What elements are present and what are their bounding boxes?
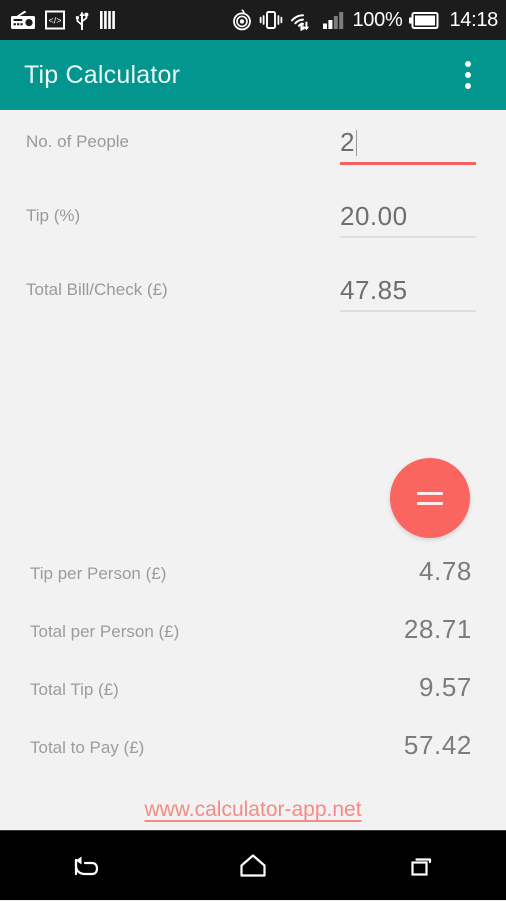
developer-code-icon: </> [45, 10, 65, 30]
input-value-total-bill: 47.85 [340, 275, 408, 305]
recent-apps-icon [411, 857, 431, 876]
battery-percent-label: 100% [352, 9, 403, 31]
calculator-content: No. of People 2 Tip (%) 20.00 Total Bill… [0, 110, 506, 900]
input-underline-tip-percent [340, 236, 476, 238]
home-icon [240, 853, 266, 877]
input-row-tip-percent: Tip (%) 20.00 [0, 190, 506, 264]
recent-apps-button[interactable] [337, 831, 506, 901]
page-title: Tip Calculator [24, 60, 181, 89]
number-of-people-input[interactable]: 2 [340, 122, 476, 165]
result-value-total-per-person: 28.71 [403, 614, 472, 644]
input-underline-people [340, 162, 476, 165]
input-row-people: No. of People 2 [0, 116, 506, 190]
total-bill-input[interactable]: 47.85 [340, 270, 476, 312]
result-label-total-tip: Total Tip (£) [30, 680, 119, 699]
result-row-total-tip: Total Tip (£) 9.57 [0, 670, 506, 728]
home-button[interactable] [169, 831, 338, 901]
equals-icon-bar [417, 491, 443, 495]
alarm-ring-icon [233, 9, 252, 31]
input-label-total-bill: Total Bill/Check (£) [26, 280, 168, 299]
input-label-people: No. of People [26, 132, 130, 151]
wifi-data-icon [291, 13, 310, 31]
status-bar-left-icons: </> [10, 10, 118, 31]
website-link[interactable]: www.calculator-app.net [0, 798, 506, 822]
result-label-total-to-pay: Total to Pay (£) [30, 738, 145, 757]
overflow-dot [465, 61, 471, 67]
status-bar: </> 100% 14:18 [0, 0, 506, 40]
result-row-tip-per-person: Tip per Person (£) 4.78 [0, 554, 506, 612]
result-value-total-tip: 9.57 [418, 672, 472, 702]
result-row-total-per-person: Total per Person (£) 28.71 [0, 612, 506, 670]
vibrate-icon [260, 11, 283, 29]
radio-icon [11, 10, 35, 29]
text-caret [355, 130, 357, 156]
overflow-menu-icon[interactable] [448, 51, 488, 99]
overflow-dot [465, 83, 471, 89]
equals-icon-bar [417, 501, 443, 505]
input-value-people: 2 [340, 127, 355, 157]
tip-percent-input[interactable]: 20.00 [340, 196, 476, 238]
overflow-dot [465, 72, 471, 78]
status-bar-clock: 14:18 [449, 9, 498, 31]
usb-icon [75, 11, 89, 30]
svg-text:</>: </> [48, 16, 61, 26]
result-value-tip-per-person: 4.78 [418, 556, 472, 586]
input-row-total-bill: Total Bill/Check (£) 47.85 [0, 264, 506, 338]
calculate-button[interactable] [390, 458, 470, 538]
input-value-tip-percent: 20.00 [340, 201, 408, 231]
result-label-tip-per-person: Tip per Person (£) [30, 564, 167, 583]
back-button[interactable] [0, 831, 169, 901]
battery-full-icon [409, 11, 439, 29]
input-underline-total-bill [340, 310, 476, 312]
signal-bars-icon [323, 12, 344, 29]
back-arrow-icon [75, 856, 99, 875]
android-navigation-bar [0, 830, 506, 900]
input-label-tip-percent: Tip (%) [26, 206, 81, 225]
result-value-total-to-pay: 57.42 [403, 730, 472, 760]
app-bar: Tip Calculator [0, 40, 506, 110]
status-bar-right-icons: 100% 14:18 [232, 9, 498, 31]
result-label-total-per-person: Total per Person (£) [30, 622, 180, 641]
barcode-icon [100, 11, 115, 29]
result-row-total-to-pay: Total to Pay (£) 57.42 [0, 728, 506, 786]
